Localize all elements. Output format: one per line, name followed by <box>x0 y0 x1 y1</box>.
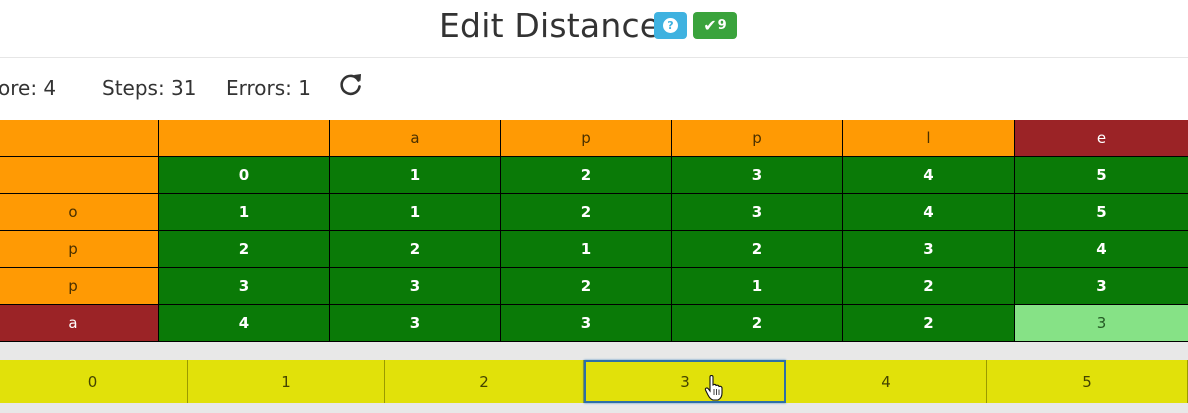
app-header: Edit Distance ? ✔ 9 <box>0 0 1188 58</box>
distance-cell: 3 <box>501 305 671 341</box>
option-button-4[interactable]: 4 <box>786 360 987 403</box>
option-button-1[interactable]: 1 <box>188 360 385 403</box>
distance-cell: 4 <box>843 157 1014 193</box>
distance-cell: 3 <box>672 157 842 193</box>
top-letter-cell <box>159 120 329 156</box>
distance-cell: 3 <box>330 268 500 304</box>
distance-cell: 5 <box>1015 194 1188 230</box>
score-label: core: 4 <box>0 76 57 100</box>
answer-options: 012345 <box>0 360 1188 403</box>
distance-cell: 1 <box>501 231 671 267</box>
distance-cell: 1 <box>330 194 500 230</box>
stats-bar: core: 4 Steps: 31 Errors: 1 <box>0 60 1188 118</box>
top-letter-cell: p <box>501 120 671 156</box>
distance-cell: 1 <box>672 268 842 304</box>
page-title: Edit Distance <box>439 6 661 45</box>
question-icon: ? <box>663 18 678 33</box>
distance-cell: 3 <box>159 268 329 304</box>
option-button-5[interactable]: 5 <box>987 360 1188 403</box>
left-letter-cell <box>0 157 158 193</box>
distance-cell: 2 <box>501 194 671 230</box>
left-letter-cell: o <box>0 194 158 230</box>
top-letter-cell: p <box>672 120 842 156</box>
reset-button[interactable] <box>337 70 365 98</box>
distance-cell: 2 <box>672 231 842 267</box>
distance-cell: 1 <box>159 194 329 230</box>
distance-cell: 0 <box>159 157 329 193</box>
distance-cell: 1 <box>330 157 500 193</box>
distance-cell: 4 <box>843 194 1014 230</box>
left-letter-cell: a <box>0 305 158 341</box>
distance-table: apple012345o112345p221234p332123a433223 <box>0 120 1188 342</box>
distance-cell: 3 <box>843 231 1014 267</box>
refresh-icon <box>340 74 361 96</box>
check-icon: ✔ <box>703 16 717 35</box>
option-button-2[interactable]: 2 <box>385 360 584 403</box>
distance-cell: 3 <box>1015 268 1188 304</box>
distance-cell: 2 <box>843 305 1014 341</box>
option-button-0[interactable]: 0 <box>0 360 188 403</box>
distance-cell: 2 <box>159 231 329 267</box>
solved-badge: ✔ 9 <box>693 12 737 39</box>
distance-cell: 4 <box>1015 231 1188 267</box>
current-cell: 3 <box>1015 305 1188 341</box>
left-letter-cell: p <box>0 268 158 304</box>
top-letter-cell: l <box>843 120 1014 156</box>
top-letter-cell: a <box>330 120 500 156</box>
pointer-hand-icon <box>704 375 723 401</box>
distance-cell: 2 <box>501 268 671 304</box>
distance-cell: 2 <box>843 268 1014 304</box>
top-letter-cell: e <box>1015 120 1188 156</box>
help-badge[interactable]: ? <box>654 12 687 39</box>
distance-cell: 5 <box>1015 157 1188 193</box>
errors-label: Errors: 1 <box>226 76 311 100</box>
distance-cell: 2 <box>501 157 671 193</box>
distance-cell: 2 <box>330 231 500 267</box>
corner-cell <box>0 120 158 156</box>
left-letter-cell: p <box>0 231 158 267</box>
steps-label: Steps: 31 <box>102 76 197 100</box>
option-button-3[interactable]: 3 <box>584 360 786 403</box>
distance-cell: 2 <box>672 305 842 341</box>
distance-cell: 4 <box>159 305 329 341</box>
solved-count: 9 <box>717 18 727 33</box>
distance-cell: 3 <box>672 194 842 230</box>
distance-cell: 3 <box>330 305 500 341</box>
